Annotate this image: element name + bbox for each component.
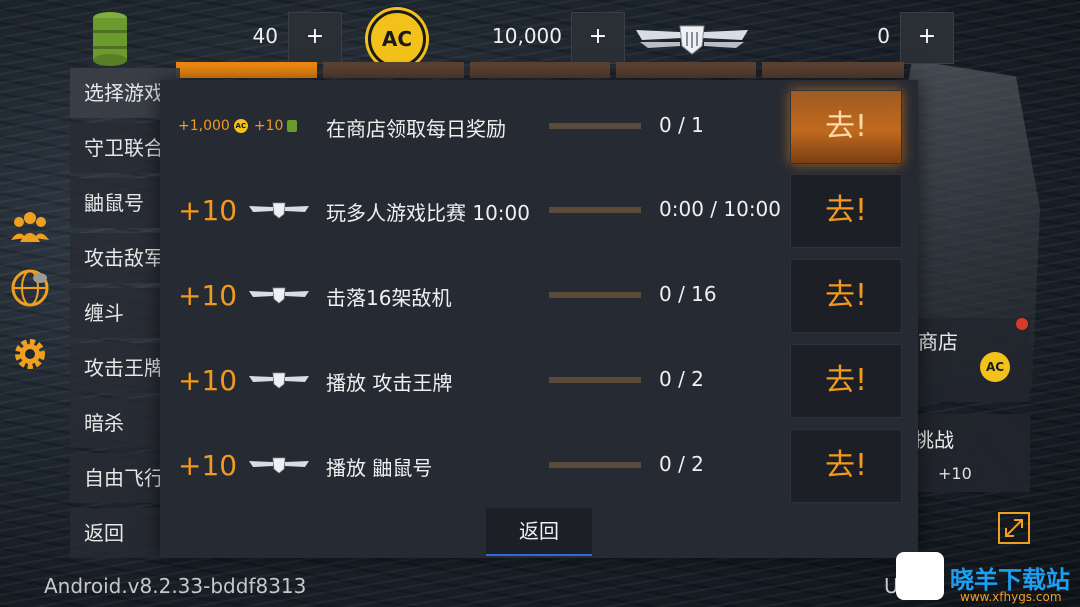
add-fuel-button[interactable]: + bbox=[288, 12, 342, 64]
add-ac-button[interactable]: + bbox=[571, 12, 625, 64]
ac-amount: 10,000 bbox=[492, 24, 562, 48]
task-row: +10 播放 攻击王牌 0 / 2 去! bbox=[160, 340, 918, 420]
fuel-amount: 40 bbox=[252, 24, 278, 48]
reward-wings: +10 bbox=[178, 193, 238, 227]
reward-fuel: +10 bbox=[253, 118, 284, 134]
task-progress-bar bbox=[549, 292, 641, 298]
version-label: Android.v8.2.33-bddf8313 bbox=[44, 574, 307, 598]
watermark-logo bbox=[896, 552, 944, 600]
task-progress-bar bbox=[549, 123, 641, 129]
challenge-panel[interactable]: 挑战 +10 bbox=[904, 414, 1030, 492]
task-text: 播放 鼬鼠号 bbox=[326, 456, 433, 480]
task-reward: +10 bbox=[178, 425, 311, 505]
ac-coin-icon: AC bbox=[233, 119, 248, 133]
task-progress-bar bbox=[549, 207, 641, 213]
task-progress-text: 0:00 / 10:00 bbox=[659, 197, 782, 221]
task-progress-text: 0 / 1 bbox=[659, 113, 704, 137]
back-button[interactable]: 返回 bbox=[486, 508, 592, 556]
task-progress-text: 0 / 16 bbox=[659, 282, 717, 306]
wings-badge-icon bbox=[249, 202, 310, 219]
tab-4[interactable] bbox=[616, 62, 756, 78]
expand-icon[interactable] bbox=[998, 512, 1030, 544]
task-progress-bar bbox=[549, 462, 641, 468]
task-text: 玩多人游戏比赛 10:00 bbox=[326, 201, 530, 225]
task-progress-bar bbox=[549, 377, 641, 383]
tab-3[interactable] bbox=[470, 62, 610, 78]
tab-daily[interactable] bbox=[176, 62, 317, 78]
shop-panel[interactable]: 商店 AC bbox=[904, 318, 1030, 402]
wings-badge-icon bbox=[249, 372, 310, 389]
task-text: 击落16架敌机 bbox=[326, 286, 452, 310]
wings-amount: 0 bbox=[877, 24, 890, 48]
task-row: +1,000 AC +10 在商店领取每日奖励 0 / 1 去! bbox=[160, 86, 918, 166]
add-wings-button[interactable]: + bbox=[900, 12, 954, 64]
task-reward: +10 bbox=[178, 255, 311, 335]
oil-barrel-icon bbox=[287, 120, 298, 132]
reward-wings: +10 bbox=[178, 278, 238, 312]
tab-2[interactable] bbox=[323, 62, 464, 78]
go-button[interactable]: 去! bbox=[790, 344, 902, 418]
mission-tabs bbox=[176, 62, 904, 78]
task-row: +10 击落16架敌机 0 / 16 去! bbox=[160, 255, 918, 335]
reward-coins: +1,000 bbox=[178, 118, 230, 134]
go-button[interactable]: 去! bbox=[790, 174, 902, 248]
challenge-reward: +10 bbox=[938, 464, 972, 483]
challenge-title: 挑战 bbox=[914, 428, 954, 452]
tab-5[interactable] bbox=[762, 62, 904, 78]
wings-badge-icon bbox=[249, 457, 310, 474]
friends-icon[interactable] bbox=[10, 206, 50, 246]
task-row: +10 播放 鼬鼠号 0 / 2 去! bbox=[160, 425, 918, 505]
go-button[interactable]: 去! bbox=[790, 90, 902, 164]
task-reward: +10 bbox=[178, 170, 311, 250]
reward-wings: +10 bbox=[178, 448, 238, 482]
settings-gear-icon[interactable] bbox=[10, 334, 50, 374]
reward-wings: +10 bbox=[178, 363, 238, 397]
task-row: +10 玩多人游戏比赛 10:00 0:00 / 10:00 去! bbox=[160, 170, 918, 250]
globe-chat-icon[interactable] bbox=[10, 268, 50, 308]
ac-coin-icon: AC bbox=[368, 10, 426, 68]
shop-title: 商店 bbox=[918, 330, 958, 354]
wings-badge-icon bbox=[249, 287, 310, 304]
notification-dot bbox=[1016, 318, 1028, 330]
task-text: 在商店领取每日奖励 bbox=[326, 117, 506, 141]
oil-barrel-icon bbox=[93, 12, 127, 66]
task-progress-text: 0 / 2 bbox=[659, 367, 704, 391]
wings-badge-icon bbox=[636, 25, 748, 55]
ac-coin-icon: AC bbox=[980, 352, 1010, 382]
task-reward: +1,000 AC +10 bbox=[178, 86, 298, 166]
task-progress-text: 0 / 2 bbox=[659, 452, 704, 476]
go-button[interactable]: 去! bbox=[790, 259, 902, 333]
task-text: 播放 攻击王牌 bbox=[326, 371, 453, 395]
go-button[interactable]: 去! bbox=[790, 429, 902, 503]
watermark-url: www.xfhygs.com bbox=[960, 590, 1062, 604]
daily-missions-dialog: +1,000 AC +10 在商店领取每日奖励 0 / 1 去! +10 玩多人… bbox=[160, 80, 918, 558]
task-reward: +10 bbox=[178, 340, 311, 420]
